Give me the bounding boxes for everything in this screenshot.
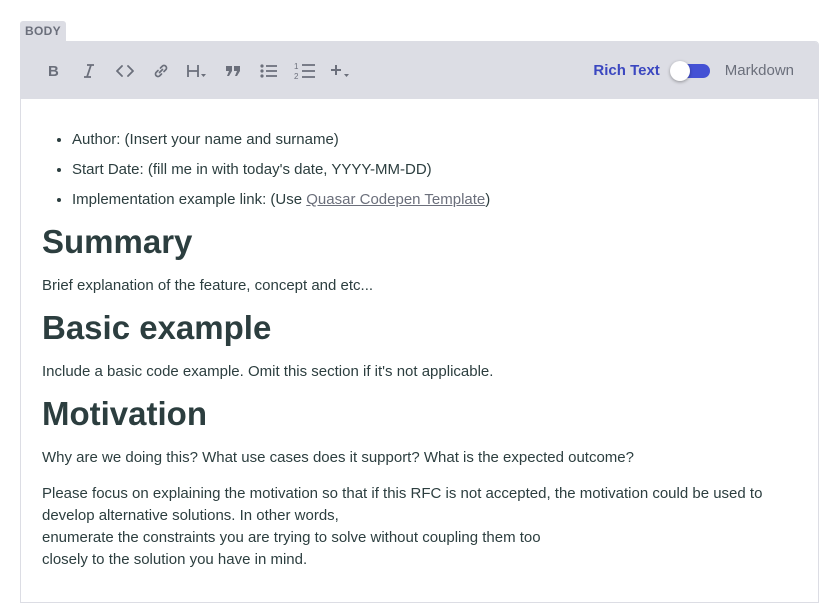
link-icon [154, 64, 168, 77]
metadata-list: Author: (Insert your name and surname) S… [42, 129, 798, 211]
editor-mode-toggle[interactable] [669, 60, 710, 81]
link-button[interactable] [149, 59, 173, 83]
summary-text: Brief explanation of the feature, concep… [42, 277, 374, 294]
numbered-list-button[interactable]: 12 [293, 59, 317, 83]
list-item: Author: (Insert your name and surname) [72, 129, 798, 151]
numbered-list-icon: 12 [294, 62, 315, 80]
list-item: Start Date: (fill me in with today's dat… [72, 159, 798, 181]
quote-button[interactable] [221, 59, 245, 83]
markdown-mode-label[interactable]: Markdown [725, 62, 794, 79]
motivation-paragraph: Please focus on explaining the motivatio… [42, 485, 763, 568]
bold-button[interactable]: B [41, 59, 65, 83]
code-button[interactable] [113, 59, 137, 83]
svg-text:B: B [48, 63, 59, 79]
body-field-label: BODY [20, 21, 66, 42]
bullet-list-icon [260, 63, 277, 78]
bullet-list-button[interactable] [257, 59, 281, 83]
basic-example-text: Include a basic code example. Omit this … [42, 363, 494, 380]
motivation-heading: Motivation [42, 395, 207, 432]
italic-button[interactable] [77, 59, 101, 83]
plus-dropdown-icon [331, 64, 349, 77]
heading-button[interactable] [185, 59, 209, 83]
rich-text-mode-label[interactable]: Rich Text [593, 62, 659, 79]
svg-text:1: 1 [294, 62, 299, 71]
rich-text-editor: B 12 Rich Text Markdown • Author: (Inser… [20, 41, 819, 603]
editor-content[interactable]: Author: (Insert your name and surname) S… [21, 99, 818, 571]
motivation-text: Why are we doing this? What use cases do… [42, 449, 634, 466]
list-item: Implementation example link: (Use Quasar… [72, 189, 798, 211]
heading-dropdown-icon [187, 64, 206, 77]
codepen-template-link[interactable]: Quasar Codepen Template [306, 191, 485, 208]
summary-heading: Summary [42, 223, 193, 260]
bold-icon: B [48, 63, 59, 79]
basic-example-heading: Basic example [42, 309, 272, 346]
quote-icon [226, 65, 240, 76]
toggle-knob [669, 60, 690, 81]
code-icon [116, 64, 134, 77]
previous-field-label-fragment [60, 0, 130, 2]
editor-toolbar: B 12 Rich Text Markdown [21, 42, 818, 99]
insert-more-button[interactable] [329, 59, 353, 83]
svg-text:2: 2 [294, 72, 299, 80]
italic-icon [84, 63, 94, 78]
